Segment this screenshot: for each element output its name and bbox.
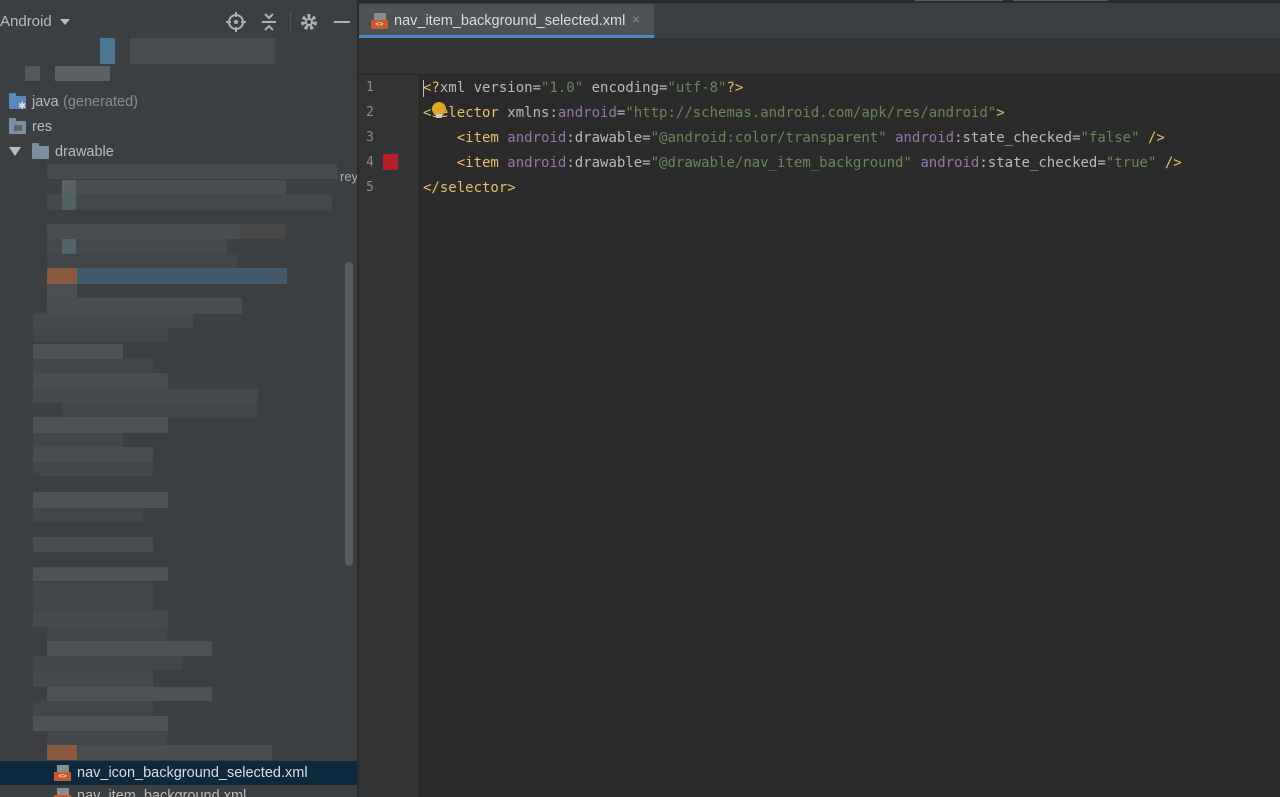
tree-item-res-label: res: [32, 119, 53, 135]
tree-item-java[interactable]: ✱ java (generated): [0, 90, 357, 114]
folder-icon: [32, 143, 49, 159]
view-selector-label: Android: [0, 13, 52, 30]
tree-item-res[interactable]: res: [0, 115, 357, 139]
line-number: 1: [366, 80, 374, 95]
code-line-2: <selector xmlns:android="http://schemas.…: [423, 105, 1005, 121]
tree-item-file[interactable]: <> nav_item_background.xml: [0, 784, 357, 797]
gear-icon[interactable]: [299, 12, 319, 32]
text-caret: [423, 80, 424, 97]
xml-file-icon: <>: [54, 788, 71, 797]
expand-arrow-icon[interactable]: [9, 147, 21, 156]
line-number: 2: [366, 105, 374, 120]
editor-tab-bar: <> nav_item_background_selected.xml ×: [359, 0, 1280, 38]
top-edge: [359, 0, 1280, 3]
view-selector-dropdown[interactable]: Android: [0, 13, 70, 30]
tree-item-drawable[interactable]: drawable: [0, 140, 357, 164]
xml-file-icon: <>: [371, 13, 388, 29]
code-line-4: <item android:drawable="@drawable/nav_it…: [456, 155, 1182, 171]
editor-tab-title: nav_item_background_selected.xml: [394, 13, 626, 29]
code-line-1: <?xml version="1.0" encoding="utf-8"?>: [423, 80, 744, 96]
tree-item-java-note: (generated): [63, 94, 138, 110]
color-swatch-icon[interactable]: [383, 154, 398, 170]
truncated-label: rey: [340, 169, 357, 184]
editor-tab[interactable]: <> nav_item_background_selected.xml ×: [359, 4, 654, 38]
line-number: 3: [366, 130, 374, 145]
file-label: nav_icon_background_selected.xml: [77, 765, 308, 781]
pixelated-tree-item: [25, 66, 40, 81]
res-folder-icon: [9, 118, 26, 134]
line-number: 5: [366, 180, 374, 195]
xml-file-icon: <>: [54, 765, 71, 781]
pixelated-tree-item: [100, 38, 115, 64]
project-panel: Android ✱ java (generated) res drawable …: [0, 0, 357, 797]
pixelated-tree-item: [130, 38, 275, 64]
tree-item-selected-file[interactable]: <> nav_icon_background_selected.xml: [0, 761, 357, 785]
minimize-icon[interactable]: [332, 12, 352, 32]
locate-icon[interactable]: [226, 12, 246, 32]
project-panel-scrollbar[interactable]: [345, 262, 353, 566]
editor-breadcrumb-bar: [359, 38, 1280, 75]
tree-item-drawable-label: drawable: [55, 144, 114, 160]
intention-bulb-icon[interactable]: [432, 102, 446, 118]
code-line-3: <item android:drawable="@android:color/t…: [456, 130, 1165, 146]
tree-item-java-label: java: [32, 94, 59, 110]
close-icon[interactable]: ×: [632, 11, 640, 27]
file-label: nav_item_background.xml: [77, 788, 247, 797]
header-separator: [290, 12, 291, 32]
pixelated-tree-item: [55, 66, 110, 81]
chevron-down-icon: [59, 19, 70, 26]
code-line-5: </selector>: [423, 180, 516, 196]
collapse-all-icon[interactable]: [259, 12, 279, 32]
java-folder-icon: ✱: [9, 93, 26, 112]
